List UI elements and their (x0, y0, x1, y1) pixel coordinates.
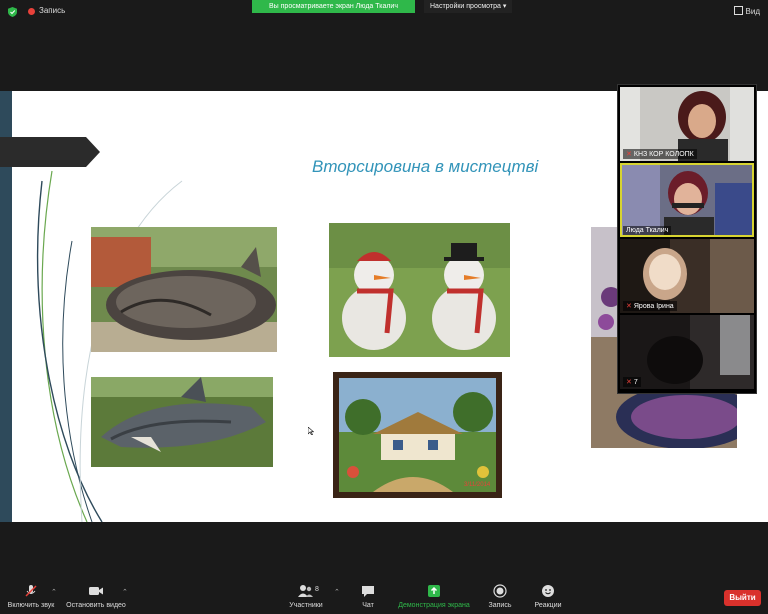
muted-mic-icon: ✕ (626, 379, 632, 386)
participant-name-label: ✕ КНЗ КОР КОЛОПК (623, 149, 697, 159)
audio-options-caret-icon[interactable]: ⌃ (51, 588, 57, 596)
participant-name: КНЗ КОР КОЛОПК (633, 151, 694, 158)
meeting-topbar: Запись Вы просматриваете экран Люда Ткал… (0, 0, 768, 24)
participant-tile[interactable]: ✕ КНЗ КОР КОЛОПК (620, 87, 754, 161)
participant-tile[interactable]: ✕ 7 (620, 315, 754, 389)
photo-bottle-snowmen (329, 223, 510, 357)
participant-name: Люда Ткалич (626, 227, 669, 234)
unmute-button[interactable]: Включить звук (6, 584, 56, 609)
muted-microphone-icon (6, 584, 56, 598)
view-button[interactable]: Вид (733, 6, 760, 16)
grid-icon (733, 6, 743, 15)
participants-label: Участники (289, 602, 323, 609)
share-screen-button[interactable]: Демонстрация экрана (396, 584, 472, 609)
chat-bubble-icon (356, 584, 380, 598)
view-settings-dropdown[interactable]: Настройки просмотра ▾ (424, 0, 513, 13)
participants-options-caret-icon[interactable]: ⌃ (334, 588, 340, 596)
participant-name-label: ✕ Ярова Ірина (623, 301, 677, 311)
muted-mic-icon: ✕ (626, 151, 632, 158)
photo-scrap-shark (91, 377, 273, 467)
record-label: Запись (488, 602, 512, 609)
record-button[interactable]: Запись (485, 584, 515, 609)
participant-name-label: ✕ 7 (623, 377, 641, 387)
participants-count-badge: 8 (315, 586, 319, 593)
leave-meeting-button[interactable]: Выйти (724, 590, 761, 606)
participant-tile[interactable]: ✕ Ярова Ірина (620, 239, 754, 313)
participant-name-label: Люда Ткалич (623, 226, 672, 235)
unmute-label: Включить звук (7, 602, 55, 609)
photo-date-stamp: 3/11/2014 (464, 482, 491, 488)
share-screen-label: Демонстрация экрана (398, 602, 470, 609)
reactions-button[interactable]: Реакции (532, 584, 564, 609)
share-screen-icon (396, 584, 472, 598)
viewing-screen-banner: Вы просматриваете экран Люда Ткалич (252, 0, 415, 13)
chat-label: Чат (362, 602, 374, 609)
chat-button[interactable]: Чат (356, 584, 380, 609)
recording-label: Запись (39, 6, 66, 15)
participants-button[interactable]: Участники (286, 584, 326, 609)
photo-village-painting: 3/11/2014 (333, 372, 502, 498)
slide-title: Вторсировина в мистецтві (312, 157, 539, 176)
recording-dot-icon (28, 8, 35, 15)
smiley-reaction-icon (532, 584, 564, 598)
reactions-label: Реакции (534, 602, 562, 609)
participant-tile-active-speaker[interactable]: Люда Ткалич (620, 163, 754, 237)
participants-icon (286, 584, 326, 598)
participant-name: 7 (633, 379, 638, 386)
participant-name: Ярова Ірина (633, 303, 674, 310)
video-camera-icon (64, 584, 128, 598)
photo-scrap-fox (91, 227, 277, 352)
view-button-label: Вид (745, 7, 760, 16)
record-icon (485, 584, 515, 598)
mouse-cursor-icon (308, 427, 314, 435)
stop-video-label: Остановить видео (66, 602, 126, 609)
meeting-control-bar: Включить звук ⌃ Остановить видео ⌃ Участ… (0, 580, 768, 614)
muted-mic-icon: ✕ (626, 303, 632, 310)
participant-video-panel: ✕ КНЗ КОР КОЛОПК Люда Ткалич ✕ Ярова Ірина (617, 84, 757, 394)
stop-video-button[interactable]: Остановить видео (64, 584, 128, 609)
video-options-caret-icon[interactable]: ⌃ (122, 588, 128, 596)
security-shield-icon[interactable] (8, 7, 17, 17)
